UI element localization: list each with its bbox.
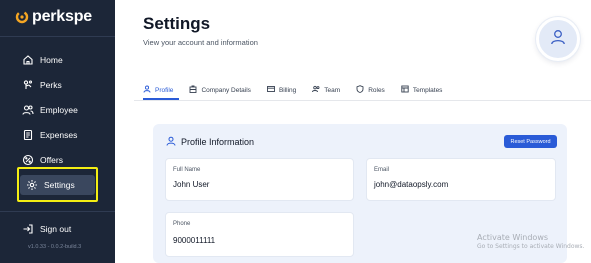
user-icon [166, 136, 176, 148]
logo-mark-icon [14, 9, 30, 25]
sidebar-item-employee[interactable]: Employee [22, 101, 78, 119]
sidebar-divider-top [0, 36, 115, 37]
page-title: Settings [143, 14, 211, 33]
perks-icon [22, 79, 34, 91]
sidebar-item-label: Employee [40, 105, 78, 115]
sidebar-item-expenses[interactable]: Expenses [22, 126, 77, 144]
field-value: John User [173, 180, 210, 189]
signout-button[interactable]: Sign out [22, 220, 71, 238]
sign-out-icon [22, 223, 34, 235]
template-icon [401, 85, 409, 95]
tab-label: Templates [412, 86, 443, 94]
avatar[interactable] [536, 17, 580, 61]
field-label: Email [374, 167, 390, 173]
tab-label: Company Details [201, 86, 251, 94]
phone-field[interactable]: Phone 9000011111 [165, 212, 354, 257]
tab-billing[interactable]: Billing [266, 83, 297, 97]
logo-text: perkspe [32, 8, 92, 25]
page-subtitle: View your account and information [143, 38, 258, 47]
field-label: Phone [173, 221, 191, 227]
sidebar-item-label: Home [40, 55, 63, 65]
field-value: 9000011111 [173, 236, 216, 245]
version-text: v1.0.33 - 0.0.2-build.3 [28, 244, 82, 250]
activate-windows-hint: Go to Settings to activate Windows. [477, 243, 585, 250]
activate-windows-watermark: Activate Windows [477, 233, 549, 242]
tab-roles[interactable]: Roles [356, 83, 385, 97]
tab-label: Profile [155, 86, 174, 94]
section-title-text: Profile Information [181, 137, 255, 147]
sidebar-divider-bottom [0, 211, 115, 212]
tab-team[interactable]: Team [312, 83, 340, 97]
offer-icon [22, 154, 34, 166]
sidebar-item-perks[interactable]: Perks [22, 76, 62, 94]
logo[interactable]: perkspe [14, 8, 92, 26]
settings-highlight-box [17, 167, 98, 202]
tab-profile[interactable]: Profile [143, 83, 173, 97]
tab-label: Billing [278, 86, 297, 94]
sidebar-item-label: Offers [40, 155, 63, 165]
tab-label: Roles [368, 86, 385, 94]
user-icon [143, 85, 151, 95]
card-icon [266, 85, 275, 95]
user-avatar-icon [549, 28, 567, 51]
tab-templates[interactable]: Templates [401, 83, 443, 97]
team-icon [312, 85, 320, 95]
sidebar-item-label: Expenses [40, 130, 78, 140]
sidebar-item-home[interactable]: Home [22, 51, 63, 69]
settings-tabs: Profile Company Details Billing Team Rol… [143, 83, 458, 97]
sidebar: perkspe Home Perks Employee Expenses Off… [0, 0, 115, 263]
section-title: Profile Information [166, 136, 254, 148]
building-icon [189, 85, 197, 95]
shield-icon [356, 85, 364, 95]
users-icon [22, 104, 34, 116]
home-icon [22, 54, 34, 66]
email-field[interactable]: Email john@dataopsly.com [366, 158, 556, 201]
reset-password-button[interactable]: Reset Password [504, 135, 557, 148]
sidebar-item-label: Perks [40, 80, 62, 90]
field-label: Full Name [173, 167, 201, 173]
field-value: john@dataopsly.com [374, 180, 449, 189]
full-name-field[interactable]: Full Name John User [165, 158, 354, 201]
tab-company-details[interactable]: Company Details [189, 83, 251, 97]
tab-label: Team [324, 86, 341, 94]
tabs-divider [134, 100, 591, 101]
receipt-icon [22, 129, 34, 141]
signout-label: Sign out [40, 224, 72, 234]
